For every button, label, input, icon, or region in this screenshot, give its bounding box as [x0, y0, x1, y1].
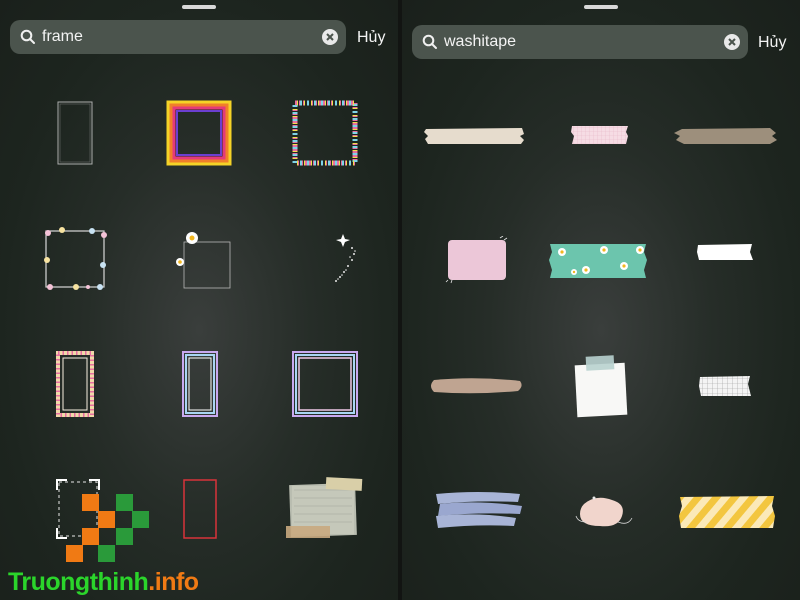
cancel-button[interactable]: Hủy	[758, 34, 786, 52]
sticker-yellow-stripe-tape[interactable]	[678, 494, 776, 530]
sticker-pink-blob-doodle[interactable]	[572, 492, 634, 532]
sticker-thin-white-frame[interactable]	[55, 100, 95, 166]
sticker-polka-dot-frame[interactable]	[55, 350, 95, 418]
search-input[interactable]: frame	[42, 28, 322, 46]
sticker-confetti-frame[interactable]	[292, 100, 358, 166]
search-icon	[14, 29, 42, 45]
sticker-white-note-with-tape[interactable]	[570, 352, 630, 418]
sticker-collage-paper-frame[interactable]	[284, 476, 366, 540]
sticker-pastel-lines-frame[interactable]	[181, 350, 219, 418]
sticker-panel-frame: frame Hủy Truongthinh.info	[0, 0, 398, 600]
sticker-sparkle-trail[interactable]	[326, 230, 360, 288]
search-bar[interactable]: washitape	[412, 25, 748, 59]
sticker-flower-vine-frame[interactable]	[42, 225, 108, 291]
screenshot: frame Hủy Truongthinh.info washitape Hủy	[0, 0, 800, 600]
drag-handle[interactable]	[584, 5, 618, 9]
search-input[interactable]: washitape	[444, 33, 724, 51]
sticker-rainbow-square-frame[interactable]	[166, 100, 232, 166]
sticker-daisy-tape[interactable]	[548, 242, 648, 280]
sticker-tan-brush-tape[interactable]	[428, 376, 524, 396]
sticker-daisy-frame[interactable]	[172, 228, 234, 290]
sticker-pastel-lines-square-frame[interactable]	[291, 350, 359, 418]
sticker-pink-grid-tape[interactable]	[570, 124, 630, 146]
sticker-red-outline-frame[interactable]	[182, 478, 218, 540]
sticker-blue-brush-tape[interactable]	[432, 490, 526, 530]
search-icon	[416, 34, 444, 50]
watermark-text: Truongthinh.info	[8, 568, 199, 596]
clear-search-icon[interactable]	[322, 29, 338, 45]
sticker-beige-tape[interactable]	[424, 126, 526, 146]
sticker-grid-tape[interactable]	[698, 374, 752, 398]
drag-handle[interactable]	[182, 5, 216, 9]
sticker-white-tape[interactable]	[696, 242, 754, 262]
sticker-panel-washitape: washitape Hủy	[402, 0, 800, 600]
search-bar[interactable]: frame	[10, 20, 346, 54]
cancel-button[interactable]: Hủy	[357, 29, 385, 47]
clear-search-icon[interactable]	[724, 34, 740, 50]
sticker-pink-sticky-note[interactable]	[444, 236, 508, 284]
sticker-brown-tape[interactable]	[674, 126, 778, 146]
